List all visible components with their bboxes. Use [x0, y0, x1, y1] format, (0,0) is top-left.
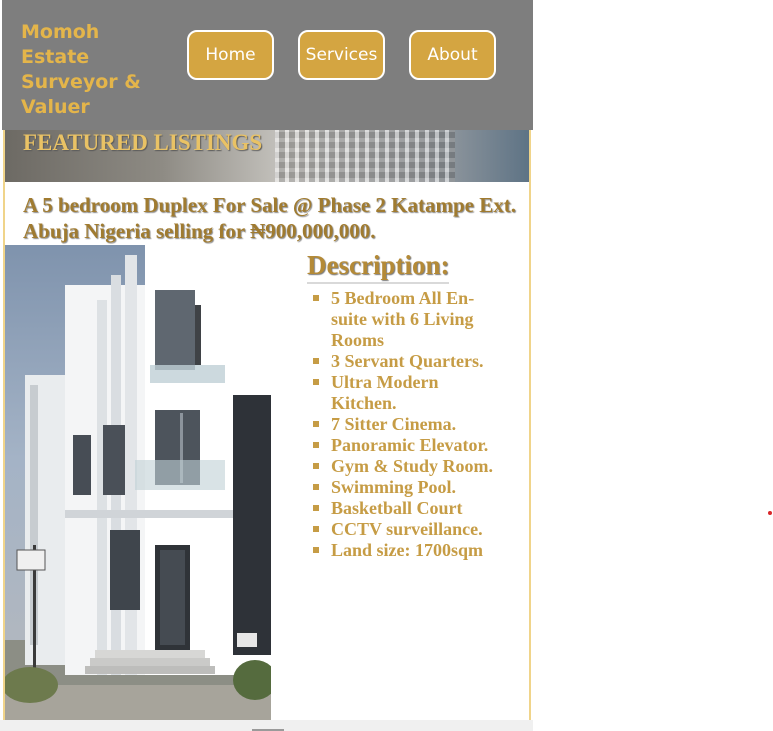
- feature-item: 7 Sitter Cinema.: [307, 414, 507, 435]
- nav-about-button[interactable]: About: [409, 30, 496, 80]
- feature-item: Swimming Pool.: [307, 477, 507, 498]
- feature-item: Ultra Modern Kitchen.: [307, 372, 507, 414]
- listing-title: A 5 bedroom Duplex For Sale @ Phase 2 Ka…: [23, 193, 517, 243]
- feature-item: Gym & Study Room.: [307, 456, 507, 477]
- page: Momoh Estate Surveyor & Valuer Home Serv…: [0, 0, 773, 731]
- horizontal-scrollbar[interactable]: [0, 720, 533, 731]
- feature-item: Land size: 1700sqm: [307, 540, 507, 561]
- nav-services-button[interactable]: Services: [298, 30, 385, 80]
- description-section: Description: 5 Bedroom All En-suite with…: [307, 248, 507, 561]
- feature-item: Basketball Court: [307, 498, 507, 519]
- featured-listings-heading: FEATURED LISTINGS: [23, 130, 263, 155]
- listing-panel: FEATURED LISTINGS A 5 bedroom Duplex For…: [3, 130, 531, 720]
- feature-item: 5 Bedroom All En-suite with 6 Living Roo…: [307, 288, 507, 351]
- brand-name[interactable]: Momoh Estate Surveyor & Valuer: [21, 20, 171, 120]
- feature-item: 3 Servant Quarters.: [307, 351, 507, 372]
- description-heading: Description:: [307, 248, 450, 284]
- main-nav: Home Services About: [187, 30, 496, 80]
- red-dot-marker: [768, 511, 772, 515]
- banner-pattern-image: [275, 130, 455, 182]
- site-header: Momoh Estate Surveyor & Valuer Home Serv…: [2, 0, 533, 130]
- feature-item: Panoramic Elevator.: [307, 435, 507, 456]
- nav-home-button[interactable]: Home: [187, 30, 274, 80]
- feature-item: CCTV surveillance.: [307, 519, 507, 540]
- feature-list: 5 Bedroom All En-suite with 6 Living Roo…: [307, 288, 507, 561]
- featured-banner: FEATURED LISTINGS: [5, 130, 529, 182]
- property-photo: [5, 245, 271, 720]
- house-illustration: [5, 245, 271, 720]
